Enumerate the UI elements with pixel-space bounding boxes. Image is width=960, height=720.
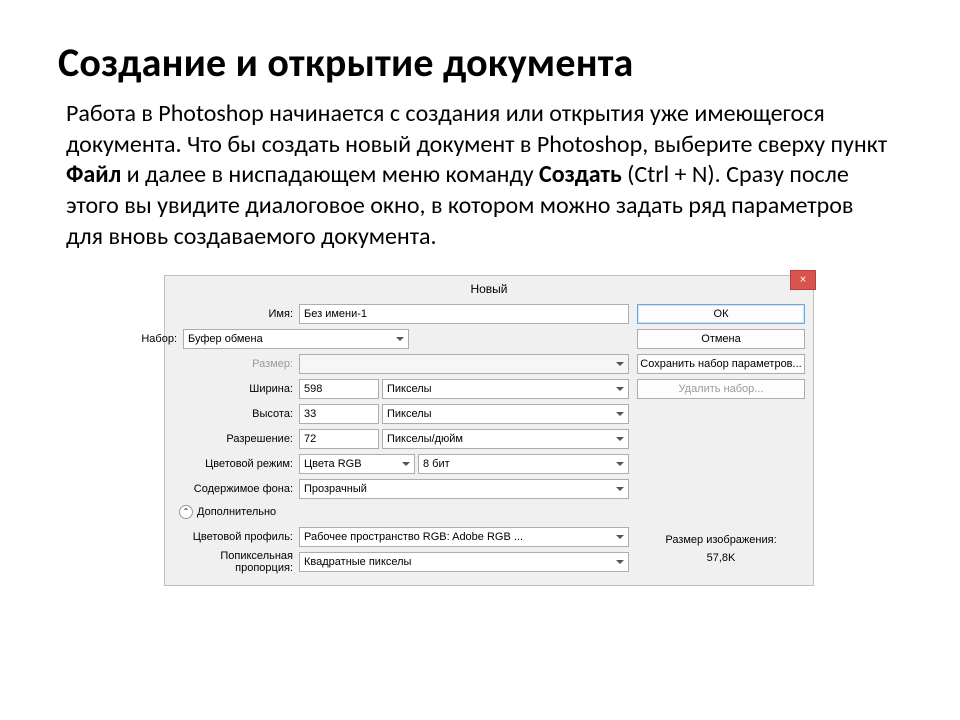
label-profile: Цветовой профиль: [173,531,299,543]
chevron-down-icon [616,535,624,539]
slide-title: Создание и открытие документа [58,38,910,87]
dialog-title: Новый [165,276,813,302]
chevron-down-icon [402,462,410,466]
ok-button[interactable]: ОК [637,304,805,324]
label-size: Размер: [173,358,299,370]
chevron-down-icon [616,487,624,491]
chevron-down-icon [616,362,624,366]
pixelaspect-select[interactable]: Квадратные пикселы [299,552,629,572]
label-name: Имя: [173,308,299,320]
resolution-input[interactable] [299,429,379,449]
preset-select[interactable]: Буфер обмена [183,329,409,349]
label-colormode: Цветовой режим: [173,458,299,470]
chevron-down-icon [616,462,624,466]
label-background: Содержимое фона: [173,483,299,495]
label-resolution: Разрешение: [173,433,299,445]
name-input[interactable] [299,304,629,324]
image-size-value: 57,8K [637,549,805,568]
chevron-down-icon [396,337,404,341]
colorprofile-select[interactable]: Рабочее пространство RGB: Adobe RGB ... [299,527,629,547]
size-select [299,354,629,374]
height-input[interactable] [299,404,379,424]
save-preset-button[interactable]: Сохранить набор параметров... [637,354,805,374]
image-size-label: Размер изображения: [637,531,805,550]
height-unit-select[interactable]: Пикселы [382,404,629,424]
label-width: Ширина: [173,383,299,395]
collapse-icon: ⌃ [179,505,193,519]
delete-preset-button: Удалить набор... [637,379,805,399]
width-unit-select[interactable]: Пикселы [382,379,629,399]
close-icon[interactable]: × [790,270,816,290]
width-input[interactable] [299,379,379,399]
bitdepth-select[interactable]: 8 бит [418,454,629,474]
label-pixelaspect: Попиксельная пропорция: [173,550,299,574]
chevron-down-icon [616,437,624,441]
new-document-dialog: × Новый Имя: Набор: Буфер обмена [164,275,814,586]
chevron-down-icon [616,387,624,391]
colormode-select[interactable]: Цвета RGB [299,454,415,474]
chevron-down-icon [616,560,624,564]
chevron-down-icon [616,412,624,416]
label-height: Высота: [173,408,299,420]
cancel-button[interactable]: Отмена [637,329,805,349]
background-select[interactable]: Прозрачный [299,479,629,499]
advanced-toggle[interactable]: ⌃ Дополнительно [179,505,629,519]
slide-body: Работа в Photoshop начинается с создания… [58,99,910,253]
label-preset: Набор: [113,333,183,345]
resolution-unit-select[interactable]: Пикселы/дюйм [382,429,629,449]
